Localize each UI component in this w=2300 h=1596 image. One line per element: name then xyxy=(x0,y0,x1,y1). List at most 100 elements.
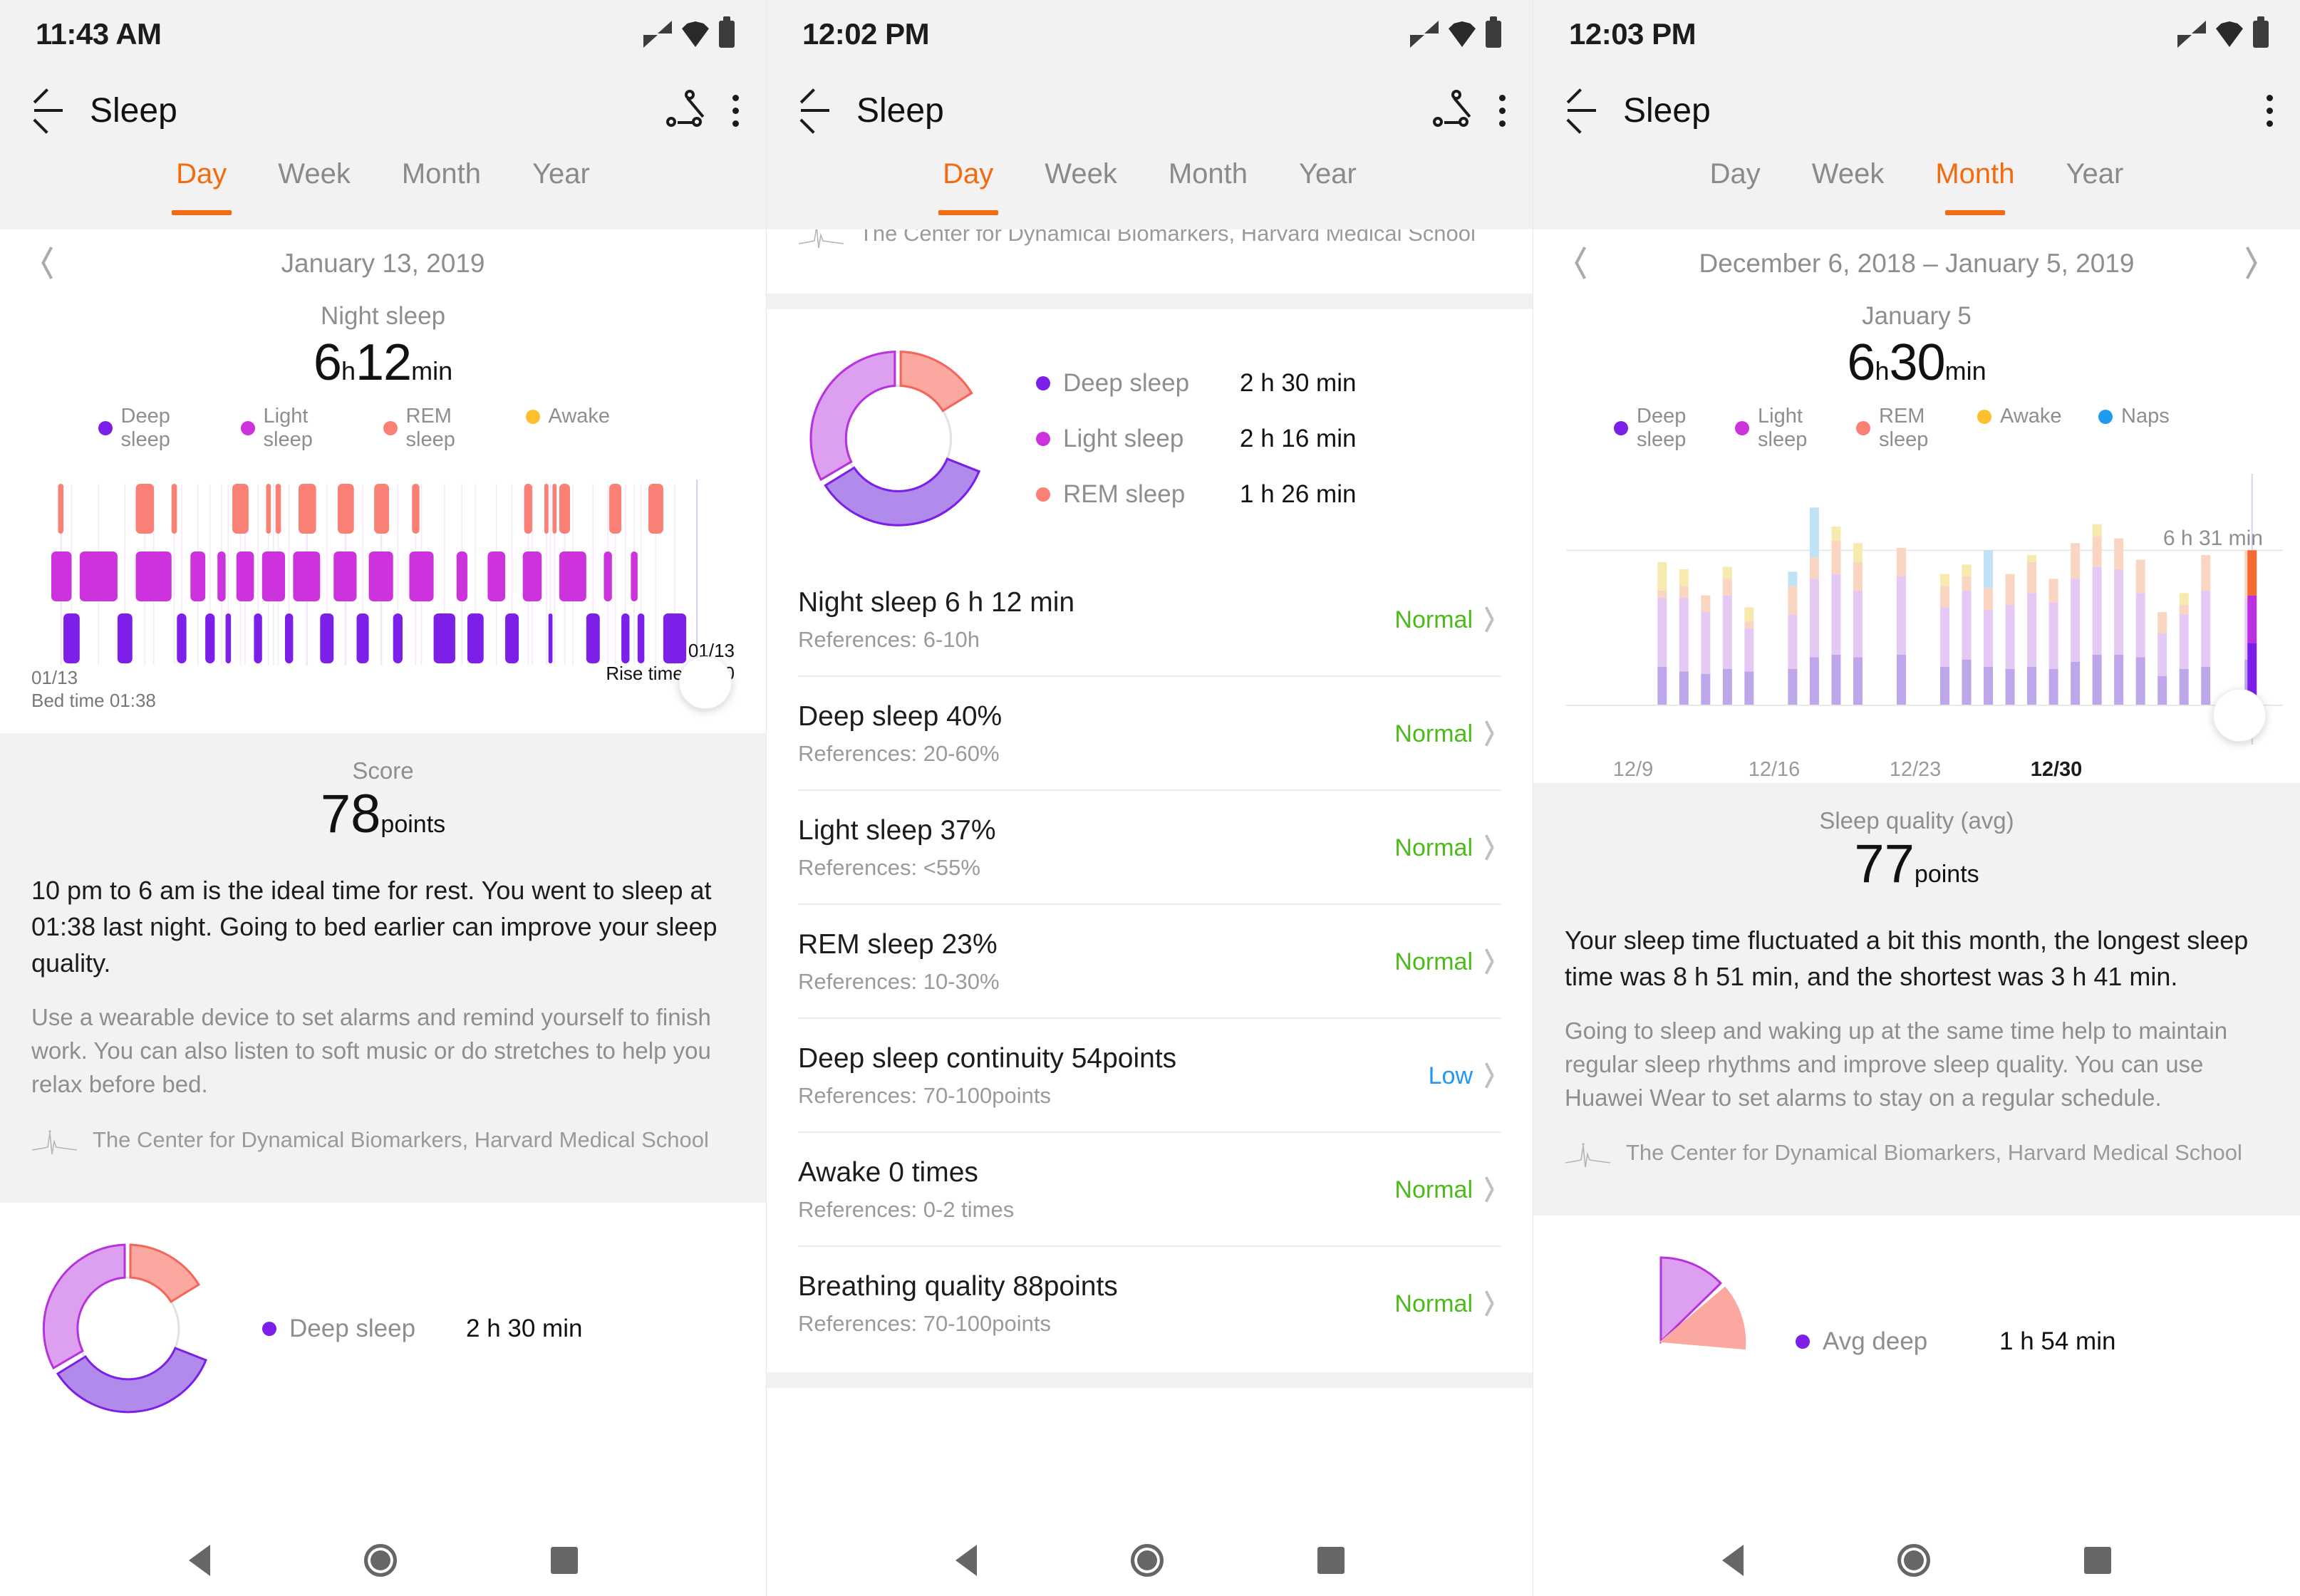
month-bar-segment xyxy=(1788,586,1798,615)
donut-label-deep-sleep: Deep sleep xyxy=(1063,369,1190,397)
metric-row-light-sleep[interactable]: Light sleep 37% References: <55% Normal xyxy=(798,791,1501,905)
tab-month[interactable]: Month xyxy=(1910,158,2040,227)
more-options-icon[interactable] xyxy=(1497,88,1507,133)
legend-dot-awake xyxy=(525,409,540,424)
nav-back-icon[interactable] xyxy=(188,1545,210,1576)
tab-day[interactable]: Day xyxy=(917,158,1019,227)
donut-section: Deep sleep 2 h 30 min Light sleep 2 h 16… xyxy=(767,309,1533,539)
tab-day[interactable]: Day xyxy=(150,158,252,227)
scroll-handle[interactable] xyxy=(679,656,732,709)
hypnogram-segment xyxy=(285,613,294,663)
month-bar-segment xyxy=(2027,593,2037,667)
metric-row-rem-sleep[interactable]: REM sleep 23% References: 10-30% Normal xyxy=(798,905,1501,1019)
month-bar-segment xyxy=(1744,628,1754,672)
month-bar-segment xyxy=(2179,668,2189,705)
metric-row-awake[interactable]: Awake 0 times References: 0-2 times Norm… xyxy=(798,1133,1501,1247)
share-icon[interactable] xyxy=(1430,88,1473,133)
nav-home-icon[interactable] xyxy=(363,1544,397,1577)
nav-recents-icon[interactable] xyxy=(1317,1547,1345,1574)
screen-day-overview: 11:43 AM Sleep Day Week Month Year Janua… xyxy=(0,0,767,1596)
advice-secondary: Going to sleep and waking up at the same… xyxy=(1565,1017,2228,1111)
metric-title: Deep sleep continuity 54points xyxy=(798,1043,1177,1074)
wifi-icon xyxy=(682,21,709,47)
scroll-handle[interactable] xyxy=(2213,688,2266,742)
hypnogram-segment xyxy=(266,483,271,534)
month-bar-segment xyxy=(1657,590,1667,598)
tab-day[interactable]: Day xyxy=(1684,158,1786,227)
hypnogram-segment xyxy=(467,613,484,663)
tab-week[interactable]: Week xyxy=(252,158,376,227)
metric-row-deep-sleep[interactable]: Deep sleep 40% References: 20-60% Normal xyxy=(798,677,1501,791)
month-bar-segment xyxy=(1831,540,1841,574)
hypnogram-segment xyxy=(522,551,542,601)
donut-value-rem-sleep: 1 h 26 min xyxy=(1240,480,1357,508)
metric-row-night-sleep[interactable]: Night sleep 6 h 12 min References: 6-10h… xyxy=(798,563,1501,677)
back-arrow-icon[interactable] xyxy=(1558,87,1605,134)
hypnogram-segment xyxy=(79,551,118,601)
nav-home-icon[interactable] xyxy=(1130,1544,1164,1577)
legend-dot-deep-sleep xyxy=(1614,421,1628,436)
nav-recents-icon[interactable] xyxy=(550,1547,578,1574)
hypnogram-segment xyxy=(505,613,519,663)
month-bar-segment xyxy=(1896,576,1906,655)
app-bar: Sleep xyxy=(0,68,766,152)
hours-value: 6 xyxy=(313,334,342,391)
next-date-button[interactable] xyxy=(2244,244,2269,284)
month-bar-segment xyxy=(1940,586,1950,608)
score-title: Sleep quality (avg) xyxy=(1819,807,2014,834)
donut-row-deep-sleep: Deep sleep 2 h 30 min xyxy=(262,1315,582,1343)
status-badge: Normal xyxy=(1394,834,1473,861)
month-bar-segment xyxy=(1940,666,1950,705)
metric-row-deep-sleep-continuity[interactable]: Deep sleep continuity 54points Reference… xyxy=(798,1019,1501,1133)
status-icons xyxy=(643,16,735,48)
score-number: 78 xyxy=(320,783,381,844)
hypnogram-segment xyxy=(586,613,600,663)
tab-month[interactable]: Month xyxy=(376,158,507,227)
donut-dot-deep-sleep xyxy=(262,1321,276,1336)
tab-week[interactable]: Week xyxy=(1786,158,1910,227)
page-title: Sleep xyxy=(90,91,177,130)
nav-back-icon[interactable] xyxy=(955,1545,977,1576)
legend-label-light-sleep: Light sleep xyxy=(1758,405,1808,452)
tab-year[interactable]: Year xyxy=(507,158,616,227)
prev-date-button[interactable] xyxy=(1565,244,1589,284)
tab-year[interactable]: Year xyxy=(2041,158,2150,227)
donut-row-avg-deep: Avg deep 1 h 54 min xyxy=(1796,1327,2115,1356)
status-badge: Normal xyxy=(1394,720,1473,747)
details-content: The Center for Dynamical Biomarkers, Har… xyxy=(767,229,1533,1525)
score-unit: points xyxy=(1914,860,1979,888)
back-arrow-icon[interactable] xyxy=(791,87,838,134)
nav-recents-icon[interactable] xyxy=(2084,1547,2111,1574)
nav-home-icon[interactable] xyxy=(1897,1544,1930,1577)
tab-year[interactable]: Year xyxy=(1273,158,1382,227)
metric-row-breathing-quality[interactable]: Breathing quality 88points References: 7… xyxy=(798,1247,1501,1359)
prev-date-button[interactable] xyxy=(31,244,56,284)
month-bar-segment xyxy=(1701,673,1711,705)
chevron-right-icon xyxy=(1486,1062,1501,1090)
month-bar-segment xyxy=(2071,661,2081,705)
donut-label-avg-deep: Avg deep xyxy=(1823,1327,1928,1356)
selected-day-label: January 5 xyxy=(1862,302,1972,330)
donut-row-light-sleep: Light sleep 2 h 16 min xyxy=(1036,425,1356,453)
month-bar-segment xyxy=(1679,586,1689,598)
tab-month[interactable]: Month xyxy=(1143,158,1273,227)
share-icon[interactable] xyxy=(663,88,706,133)
more-options-icon[interactable] xyxy=(2264,88,2274,133)
hours-unit: h xyxy=(1875,356,1890,385)
donut-value-deep-sleep: 2 h 30 min xyxy=(1240,369,1357,397)
month-bar-segment xyxy=(2179,614,2189,669)
month-bar-segment xyxy=(2027,561,2037,594)
app-bar: Sleep xyxy=(1533,68,2300,152)
signal-icon xyxy=(643,21,672,48)
legend-item-deep-sleep: Deep sleep xyxy=(98,405,241,452)
screenshot-root: 11:43 AM Sleep Day Week Month Year Janua… xyxy=(0,0,2300,1596)
tab-week[interactable]: Week xyxy=(1019,158,1143,227)
donut-row-deep-sleep: Deep sleep 2 h 30 min xyxy=(1036,369,1356,398)
nav-back-icon[interactable] xyxy=(1722,1545,1744,1576)
more-options-icon[interactable] xyxy=(730,88,740,133)
advice-secondary: Use a wearable device to set alarms and … xyxy=(31,1004,711,1097)
hypnogram-segment xyxy=(236,551,254,601)
back-arrow-icon[interactable] xyxy=(24,87,71,134)
metric-title: REM sleep 23% xyxy=(798,929,998,960)
ecg-icon xyxy=(1565,1143,1611,1168)
